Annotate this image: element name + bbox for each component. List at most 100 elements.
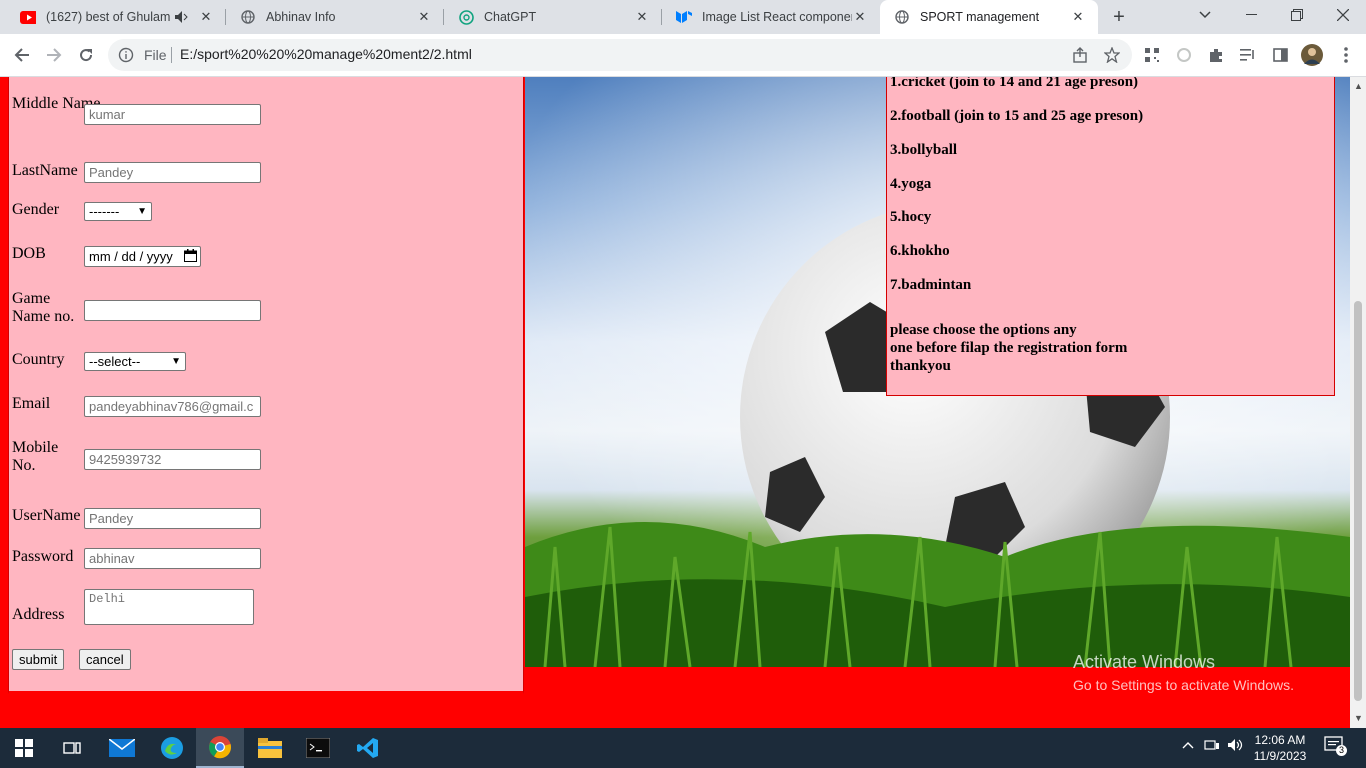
dob-placeholder: mm / dd / yyyy bbox=[89, 249, 173, 264]
tray-chevron-up-icon[interactable] bbox=[1182, 738, 1194, 752]
clock-date: 11/9/2023 bbox=[1253, 749, 1307, 763]
gender-selected: ------- bbox=[89, 204, 120, 219]
minimize-icon[interactable] bbox=[1228, 0, 1274, 30]
scrollbar-thumb[interactable] bbox=[1354, 301, 1362, 701]
volume-icon[interactable] bbox=[1228, 738, 1244, 755]
close-window-icon[interactable] bbox=[1320, 0, 1366, 30]
cancel-button[interactable]: cancel bbox=[79, 649, 131, 670]
globe-icon bbox=[240, 9, 256, 25]
address-bar[interactable]: File E:/sport%20%20%20manage%20ment2/2.h… bbox=[108, 39, 1132, 71]
speaker-icon[interactable] bbox=[174, 9, 190, 25]
qr-code-icon[interactable] bbox=[1140, 43, 1164, 67]
edge-browser-icon[interactable] bbox=[148, 728, 196, 768]
country-selected: --select-- bbox=[89, 354, 141, 369]
dob-label: DOB bbox=[12, 245, 46, 262]
profile-avatar[interactable] bbox=[1300, 43, 1324, 67]
new-tab-button[interactable]: + bbox=[1108, 6, 1130, 28]
share-icon[interactable] bbox=[1068, 43, 1092, 67]
close-tab-icon[interactable]: ✕ bbox=[1070, 9, 1086, 25]
scroll-down-arrow-icon[interactable]: ▼ bbox=[1354, 713, 1363, 723]
tab-youtube[interactable]: (1627) best of Ghulam a ✕ bbox=[6, 0, 226, 34]
sport-option: 6.khokho bbox=[890, 243, 950, 259]
note-line: one before filap the registration form bbox=[890, 340, 1128, 356]
tab-chatgpt[interactable]: ChatGPT ✕ bbox=[444, 0, 662, 34]
extensions-puzzle-icon[interactable] bbox=[1204, 43, 1228, 67]
file-explorer-icon[interactable] bbox=[246, 728, 294, 768]
sports-options-panel: 1.cricket (join to 14 and 21 age preson)… bbox=[886, 77, 1335, 396]
chatgpt-icon bbox=[458, 9, 474, 25]
password-input[interactable]: abhinav bbox=[84, 548, 261, 569]
sport-option: 2.football (join to 15 and 25 age preson… bbox=[890, 108, 1144, 124]
country-select[interactable]: --select-- ▼ bbox=[84, 352, 186, 371]
chevron-down-icon: ▼ bbox=[171, 356, 181, 367]
mobile-input[interactable]: 9425939732 bbox=[84, 449, 261, 470]
mobile-label: Mobile No. bbox=[12, 439, 59, 474]
close-tab-icon[interactable]: ✕ bbox=[852, 9, 868, 25]
country-label: Country bbox=[12, 351, 65, 368]
close-tab-icon[interactable]: ✕ bbox=[634, 9, 650, 25]
tab-title: (1627) best of Ghulam a bbox=[46, 10, 174, 24]
username-label: UserName bbox=[12, 507, 81, 524]
info-icon[interactable] bbox=[118, 47, 134, 63]
system-clock[interactable]: 12:06 AM 11/9/2023 bbox=[1250, 732, 1310, 764]
menu-dots-icon[interactable] bbox=[1334, 43, 1358, 67]
vscode-icon[interactable] bbox=[344, 728, 392, 768]
close-tab-icon[interactable]: ✕ bbox=[416, 9, 432, 25]
network-icon[interactable] bbox=[1204, 738, 1220, 755]
tab-strip: (1627) best of Ghulam a ✕ Abhinav Info ✕… bbox=[0, 0, 1366, 34]
scheme-label: File bbox=[144, 47, 167, 63]
browser-toolbar: File E:/sport%20%20%20manage%20ment2/2.h… bbox=[0, 34, 1366, 77]
sport-option: 3.bollyball bbox=[890, 142, 958, 158]
email-input[interactable]: pandeyabhinav786@gmail.c bbox=[84, 396, 261, 417]
username-input[interactable]: Pandey bbox=[84, 508, 261, 529]
clock-time: 12:06 AM bbox=[1254, 733, 1306, 747]
windows-taskbar: 12:06 AM 11/9/2023 3 bbox=[0, 728, 1366, 768]
page-viewport: Middle Name kumar LastName Pandey Gender… bbox=[0, 77, 1350, 728]
submit-button[interactable]: submit bbox=[12, 649, 65, 670]
forward-icon[interactable] bbox=[42, 43, 66, 67]
url-text[interactable]: E:/sport%20%20%20manage%20ment2/2.html bbox=[180, 46, 472, 62]
bookmark-star-icon[interactable] bbox=[1100, 43, 1124, 67]
last-name-label: LastName bbox=[12, 162, 78, 179]
reload-icon[interactable] bbox=[74, 43, 98, 67]
mui-icon bbox=[676, 9, 692, 25]
extension-circle-icon[interactable] bbox=[1172, 43, 1196, 67]
windows-start-icon[interactable] bbox=[0, 728, 48, 768]
calendar-icon[interactable] bbox=[184, 249, 197, 265]
last-name-input[interactable]: Pandey bbox=[84, 162, 261, 183]
mail-icon[interactable] bbox=[98, 728, 146, 768]
notifications-icon[interactable]: 3 bbox=[1324, 736, 1348, 757]
restore-icon[interactable] bbox=[1274, 0, 1320, 30]
close-tab-icon[interactable]: ✕ bbox=[198, 9, 214, 25]
terminal-icon[interactable] bbox=[294, 728, 342, 768]
tab-title: SPORT management bbox=[920, 10, 1040, 24]
registration-form: Middle Name kumar LastName Pandey Gender… bbox=[8, 77, 524, 694]
task-view-icon[interactable] bbox=[48, 728, 96, 768]
note-line: thankyou bbox=[890, 358, 951, 374]
gender-label: Gender bbox=[12, 201, 60, 218]
tab-search-icon[interactable] bbox=[1182, 0, 1228, 30]
scroll-up-arrow-icon[interactable]: ▲ bbox=[1354, 81, 1363, 91]
activate-windows-hint: Go to Settings to activate Windows. bbox=[1073, 677, 1294, 693]
tab-title: Abhinav Info bbox=[266, 10, 336, 24]
gender-select[interactable]: ------- ▼ bbox=[84, 202, 152, 221]
tab-sport-management[interactable]: SPORT management ✕ bbox=[880, 0, 1098, 34]
side-panel-icon[interactable] bbox=[1268, 43, 1292, 67]
game-name-input[interactable] bbox=[84, 300, 261, 321]
tab-abhinav-info[interactable]: Abhinav Info ✕ bbox=[226, 0, 444, 34]
notification-badge: 3 bbox=[1336, 745, 1348, 756]
youtube-icon bbox=[20, 9, 36, 25]
game-name-label: Game Name no. bbox=[12, 290, 75, 325]
middle-name-input[interactable]: kumar bbox=[84, 104, 261, 125]
activate-windows-title: Activate Windows bbox=[1073, 652, 1216, 672]
dob-date-input[interactable]: mm / dd / yyyy bbox=[84, 246, 201, 267]
back-icon[interactable] bbox=[10, 43, 34, 67]
globe-icon bbox=[894, 9, 910, 25]
tab-image-list[interactable]: Image List React component ✕ bbox=[662, 0, 880, 34]
page-scrollbar[interactable]: ▲ ▼ bbox=[1350, 77, 1366, 728]
sport-option: 7.badmintan bbox=[890, 277, 972, 293]
address-textarea[interactable]: Delhi bbox=[84, 589, 254, 625]
sport-option: 5.hocy bbox=[890, 209, 932, 225]
chrome-icon[interactable] bbox=[196, 728, 244, 768]
media-queue-icon[interactable] bbox=[1236, 43, 1260, 67]
